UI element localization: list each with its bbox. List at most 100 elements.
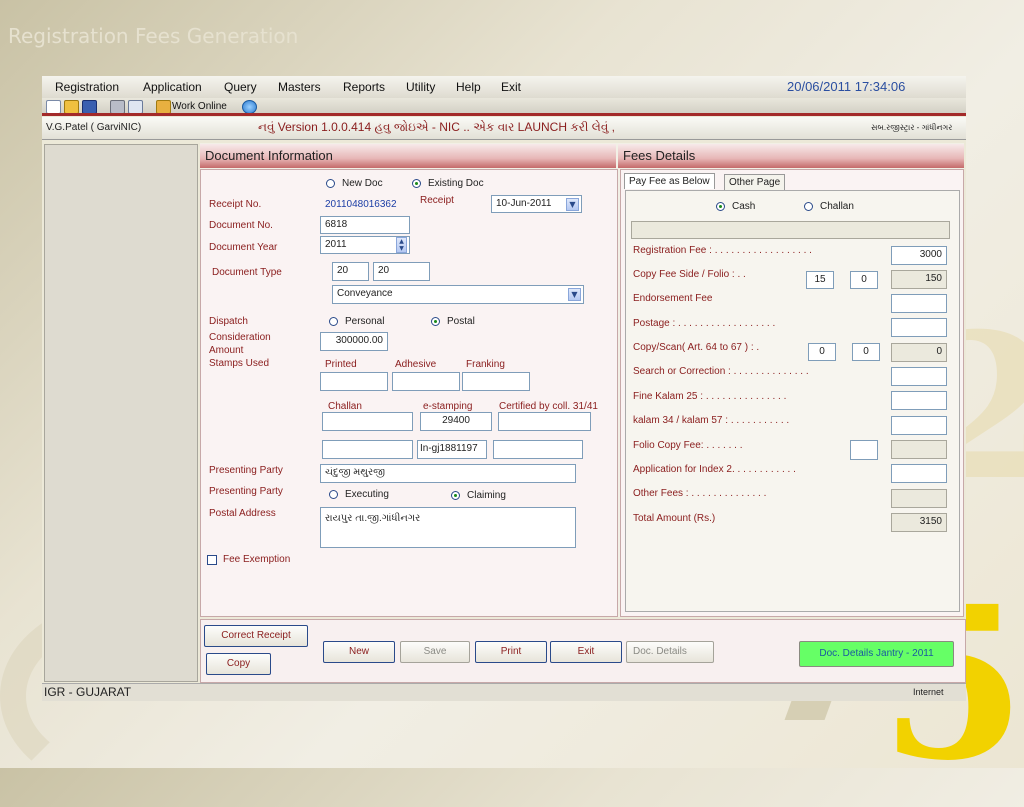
consideration-amount-input[interactable]: 300000.00 [320,332,388,351]
certified-input[interactable] [498,412,591,431]
dispatch-personal-radio[interactable] [329,317,338,326]
copy-scan-input-a[interactable]: 0 [808,343,836,361]
payment-info-field [631,221,950,239]
type-code-input-1[interactable]: 20 [332,262,369,281]
new-button[interactable]: New [323,641,395,663]
left-panel [44,144,198,682]
info-bar: V.G.Patel ( GarviNIC) નવું Version 1.0.0… [42,117,966,140]
chevron-down-icon[interactable]: ▼ [566,198,579,211]
adhesive-label: Adhesive [395,359,437,370]
dispatch-postal-radio[interactable] [431,317,440,326]
e-stamp-cert-no-input[interactable]: In-gj1881197 [417,440,487,459]
folio-copy-fee-total [891,440,947,459]
copy-fee-label: Copy Fee Side / Folio : . . [633,269,746,280]
adhesive-input[interactable] [392,372,460,391]
postal-address-textarea[interactable]: રાયપુર તા.જી.ગાંધીનગર [320,507,576,548]
challan-no-input[interactable] [322,440,413,459]
certified-label: Certified by coll. 31/41 [499,401,598,412]
menu-query[interactable]: Query [224,80,257,94]
new-doc-label: New Doc [342,178,383,189]
work-online-label[interactable]: Work Online [172,101,227,112]
document-year-label: Document Year [209,242,278,253]
datetime-display: 20/06/2011 17:34:06 [787,79,906,94]
user-name: V.G.Patel ( GarviNIC) [46,122,142,133]
menu-application[interactable]: Application [143,80,202,94]
existing-doc-radio[interactable] [412,179,421,188]
tab-other-page[interactable]: Other Page [724,174,786,190]
endorsement-fee-input[interactable] [891,294,947,313]
receipt-no-value: 2011048016362 [325,199,397,210]
save-button[interactable]: Save [400,641,470,663]
cash-radio[interactable] [716,202,725,211]
franking-input[interactable] [462,372,530,391]
document-no-input[interactable]: 6818 [320,216,410,234]
globe-icon[interactable] [242,100,257,114]
challan-label: Challan [820,201,854,212]
copy-scan-input-b[interactable]: 0 [852,343,880,361]
cash-label: Cash [732,201,756,212]
cert-no-input[interactable] [493,440,583,459]
fine-kalam-label: Fine Kalam 25 : . . . . . . . . . . . . … [633,391,787,402]
type-code-input-2[interactable]: 20 [373,262,430,281]
folder-icon [156,100,171,114]
copy-button[interactable]: Copy [206,653,271,675]
stamps-used-label: Stamps Used [209,358,270,369]
menu-reports[interactable]: Reports [343,80,385,94]
status-bar: IGR - GUJARAT Internet [42,683,966,701]
menu-masters[interactable]: Masters [278,80,321,94]
document-no-label: Document No. [209,220,273,231]
open-folder-icon[interactable] [64,100,79,114]
copy-side-input[interactable]: 15 [806,271,834,289]
correct-receipt-button[interactable]: Correct Receipt [204,625,308,647]
total-amount-label: Total Amount (Rs.) [633,513,716,524]
consideration-label: Consideration [209,332,271,343]
new-file-icon[interactable] [46,100,61,114]
status-right: Internet [913,687,944,697]
print-icon[interactable] [110,100,125,114]
menu-utility[interactable]: Utility [406,80,435,94]
postage-input[interactable] [891,318,947,337]
new-doc-radio[interactable] [326,179,335,188]
kalam-34-57-input[interactable] [891,416,947,435]
exit-button[interactable]: Exit [550,641,622,663]
tab-pay-fee[interactable]: Pay Fee as Below [624,173,715,189]
executing-label: Executing [345,489,389,500]
postage-label: Postage : . . . . . . . . . . . . . . . … [633,318,776,329]
dispatch-postal-label: Postal [447,316,475,327]
document-info-panel: New Doc Existing Doc Receipt No. 2011048… [200,169,618,617]
office-name: સબ.રજીસ્ટ્રાર - ગાંધીનગર [871,123,953,132]
chevron-down-icon[interactable]: ▼ [568,288,581,301]
menu-help[interactable]: Help [456,80,481,94]
folio-copy-count-input[interactable] [850,440,878,460]
presenting-party-input[interactable]: ચંદુજી મથુરજી [320,464,576,483]
claiming-radio[interactable] [451,491,460,500]
claiming-label: Claiming [467,490,506,501]
doc-details-jantry-button[interactable]: Doc. Details Jantry - 2011 [799,641,954,667]
print-button[interactable]: Print [475,641,547,663]
menu-exit[interactable]: Exit [501,80,521,94]
menu-registration[interactable]: Registration [55,80,119,94]
copy-scan-total: 0 [891,343,947,362]
executing-radio[interactable] [329,490,338,499]
save-icon[interactable] [82,100,97,114]
year-spinner-icon[interactable]: ▲ ▼ [396,237,407,253]
preview-icon[interactable] [128,100,143,114]
other-fees-label: Other Fees : . . . . . . . . . . . . . . [633,488,767,499]
receipt-no-label: Receipt No. [209,199,262,210]
challan-input[interactable] [322,412,413,431]
fine-kalam-input[interactable] [891,391,947,410]
printed-input[interactable] [320,372,388,391]
toolbar-divider [42,113,966,116]
registration-fee-input[interactable]: 3000 [891,246,947,265]
document-info-header: Document Information [200,144,616,168]
fee-exemption-checkbox[interactable] [207,555,217,565]
e-stamping-input[interactable]: 29400 [420,412,492,431]
search-correction-input[interactable] [891,367,947,386]
document-type-select[interactable]: Conveyance [332,285,584,304]
printed-label: Printed [325,359,357,370]
fees-details-header: Fees Details [618,144,964,168]
doc-details-button[interactable]: Doc. Details [626,641,714,663]
copy-folio-input[interactable]: 0 [850,271,878,289]
application-index-input[interactable] [891,464,947,483]
challan-radio[interactable] [804,202,813,211]
